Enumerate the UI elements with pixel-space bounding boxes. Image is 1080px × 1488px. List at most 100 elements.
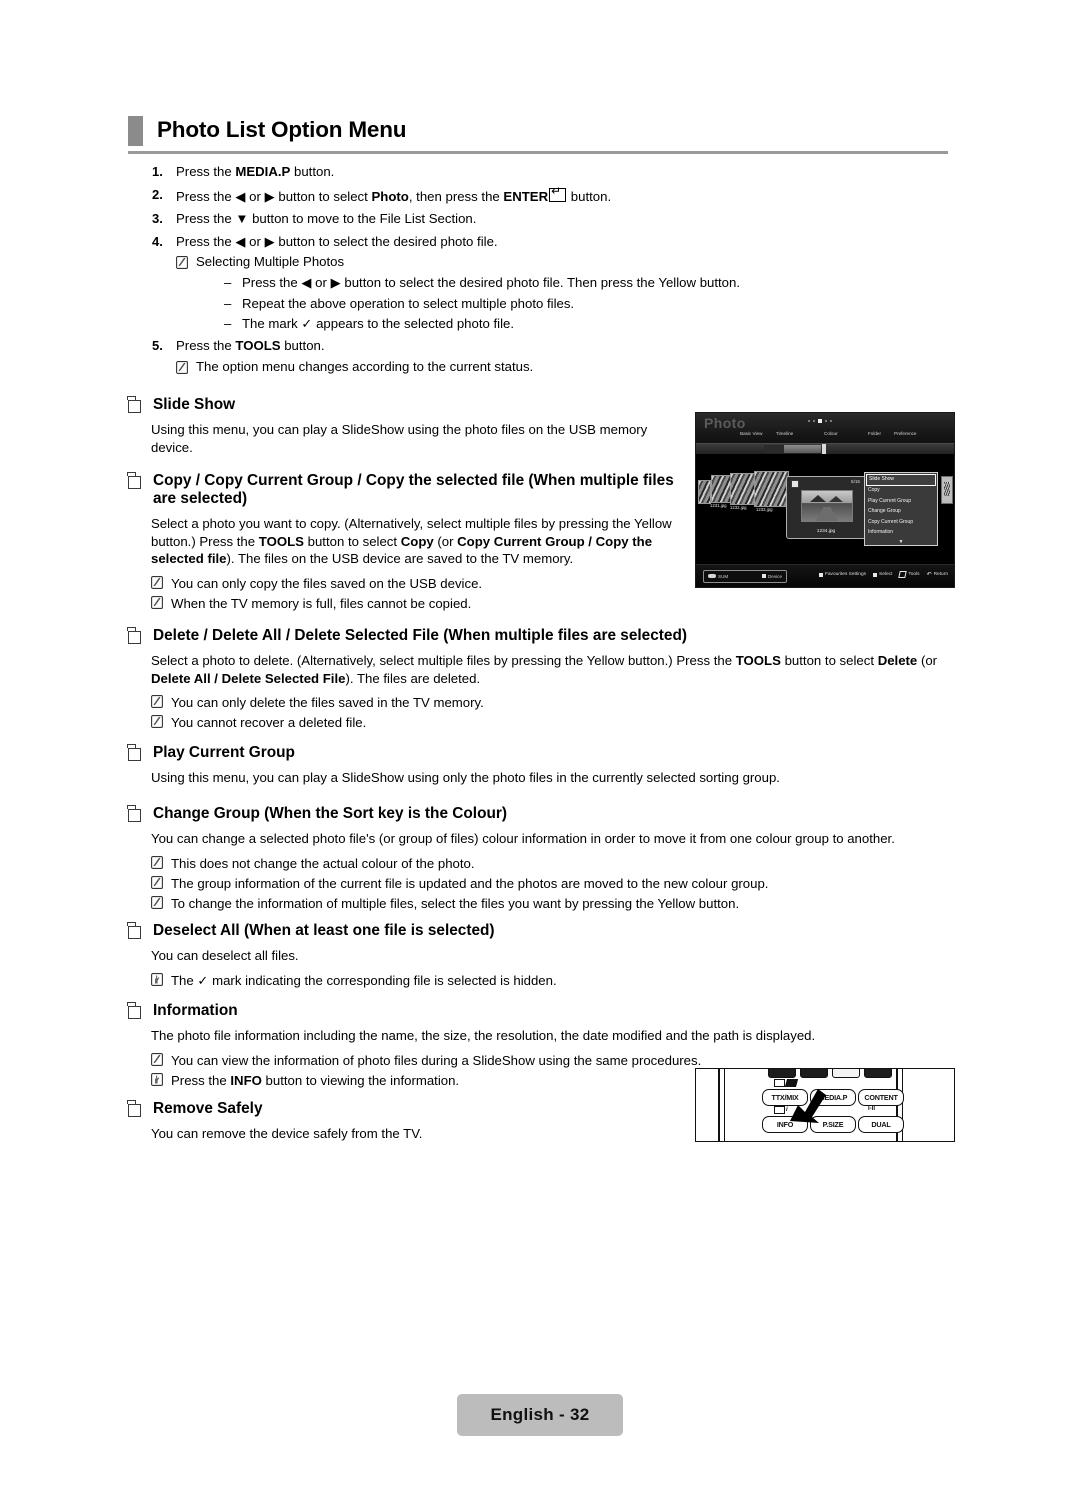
teletext-icon: [774, 1106, 785, 1114]
tv-hint-favourites-settings[interactable]: Favourites Settings: [818, 572, 866, 577]
remote-button-ttx-mix[interactable]: TTX/MIX: [762, 1089, 808, 1106]
step5-post: button.: [280, 338, 325, 354]
remote-yellow-key[interactable]: [832, 1069, 860, 1078]
tools-icon: [898, 571, 908, 578]
step4-dash-3: – The mark ✓ appears to the selected pho…: [224, 317, 952, 330]
note-pencil-icon: [176, 360, 188, 374]
bullet-square-icon: [127, 922, 141, 939]
bullet-square-icon: [127, 744, 141, 761]
tv-tab-basic-view[interactable]: Basic View: [740, 431, 762, 436]
section-note: This does not change the actual colour o…: [151, 855, 948, 872]
subtitle-icon: [774, 1079, 785, 1087]
remote-button-content[interactable]: CONTENT: [858, 1089, 904, 1106]
tv-menu-item-information[interactable]: Information: [865, 527, 937, 537]
tv-selected-file-card[interactable]: 5/15 1234.jpg: [786, 476, 866, 539]
section-copy: Copy / Copy Current Group / Copy the sel…: [127, 472, 688, 612]
tv-tab-colour[interactable]: Colour: [824, 431, 838, 436]
section-note: You can only delete the files saved in t…: [151, 694, 938, 711]
note-pencil-icon: [151, 855, 163, 869]
tv-thumbnail[interactable]: [754, 471, 789, 507]
tv-status-bar: SUM Device Favourites Settings Select To…: [696, 564, 954, 587]
tv-device-label[interactable]: Device: [761, 574, 782, 579]
tv-menu-item-change-group[interactable]: Change Group: [865, 507, 937, 517]
tv-tab-timeline[interactable]: Timeline: [776, 431, 793, 436]
note-hand-icon: [151, 1073, 163, 1086]
remote-button-p-size[interactable]: P.SIZE: [810, 1116, 856, 1133]
tv-hint-tools[interactable]: Tools: [898, 571, 920, 578]
section-title: Deselect All (When at least one file is …: [153, 922, 495, 939]
page-title: Photo List Option Menu: [157, 116, 407, 142]
remote-info-mini-label: i: [774, 1106, 788, 1114]
step5-note-text: The option menu changes according to the…: [196, 358, 534, 374]
section-title: Remove Safely: [153, 1100, 263, 1117]
step5-note: The option menu changes according to the…: [176, 358, 952, 374]
step5-bold: TOOLS: [235, 338, 281, 354]
tv-menu-item-slide-show[interactable]: Slide Show: [866, 474, 936, 486]
section-title: Delete / Delete All / Delete Selected Fi…: [153, 627, 688, 644]
section-play-current-group: Play Current Group Using this menu, you …: [127, 744, 938, 787]
section-note-text: To change the information of multiple fi…: [171, 896, 740, 912]
tv-menu-item-play-current-group[interactable]: Play Current Group: [865, 496, 937, 506]
enter-key-icon: [549, 185, 567, 202]
return-arrow-icon: ↶: [926, 571, 932, 578]
tv-options-menu: Slide Show Copy Play Current Group Chang…: [864, 472, 938, 546]
note-pencil-icon: [151, 596, 163, 609]
tv-preview-image: [801, 490, 853, 522]
tv-tab-folder[interactable]: Folder: [868, 431, 881, 436]
step-number: 2.: [152, 186, 163, 202]
section-note: To change the information of multiple fi…: [151, 895, 948, 912]
tv-select-checkbox-icon[interactable]: [791, 480, 799, 488]
section-note: The group information of the current fil…: [151, 875, 948, 892]
usb-plug-icon: [708, 573, 716, 578]
dash-marker: –: [224, 275, 232, 291]
tv-hint-return[interactable]: ↶ Return: [927, 572, 948, 578]
remote-button-info[interactable]: INFO: [762, 1116, 808, 1133]
tv-scrollbar-track-mark: [764, 445, 784, 453]
remote-green-key[interactable]: [800, 1069, 828, 1078]
section-slide-show: Slide Show Using this menu, you can play…: [127, 396, 673, 456]
section-change-group: Change Group (When the Sort key is the C…: [127, 805, 948, 913]
remote-blue-key[interactable]: [864, 1069, 892, 1078]
step-number: 5.: [152, 338, 163, 354]
page-number-label: English - 32: [490, 1405, 590, 1424]
section-title: Play Current Group: [153, 744, 295, 761]
green-square-icon: [761, 574, 766, 578]
section-note: You cannot recover a deleted file.: [151, 714, 938, 731]
step-3: 3. Press the ▼ button to move to the Fil…: [152, 211, 477, 227]
section-title: Slide Show: [153, 396, 236, 413]
tv-menu-item-copy-current-group[interactable]: Copy Current Group: [865, 517, 937, 527]
tv-screenshot: Photo Basic View Timeline Colour Folder …: [695, 412, 955, 588]
section-body: You can change a selected photo file's (…: [151, 831, 895, 847]
section-note-text: Press the INFO button to viewing the inf…: [171, 1073, 460, 1089]
section-body: Using this menu, you can play a SlideSho…: [151, 770, 780, 786]
page-header: Photo List Option Menu: [128, 116, 948, 154]
remote-ttx-mini-label: [774, 1079, 799, 1087]
tv-hint-bar: Favourites Settings Select Tools ↶ Return: [818, 571, 948, 578]
section-note: You can only copy the files saved on the…: [151, 575, 688, 592]
step4-note-text: Selecting Multiple Photos: [196, 254, 345, 270]
section-body: You can deselect all files.: [151, 948, 299, 964]
section-remove-safely: Remove Safely You can remove the device …: [127, 1100, 688, 1143]
step5-pre: Press the: [176, 338, 236, 354]
tv-dot: [808, 419, 810, 422]
tv-menu-item-copy[interactable]: Copy: [865, 486, 937, 496]
remote-red-key[interactable]: [768, 1069, 796, 1078]
remote-edge-line-left2: [724, 1069, 726, 1141]
remote-button-media-p[interactable]: MEDIA.P: [810, 1089, 856, 1106]
note-pencil-icon: [151, 896, 163, 910]
tv-thumbnail-label: 1233.jpg: [756, 507, 773, 512]
remote-button-dual[interactable]: DUAL: [858, 1116, 904, 1133]
tv-tab-preference[interactable]: Preference: [894, 431, 916, 436]
step1-bold: MEDIA.P: [235, 164, 291, 179]
tv-menu-scroll-down-icon[interactable]: ▼: [865, 539, 937, 545]
tv-hint-select[interactable]: Select: [873, 572, 892, 577]
tv-thumbnail[interactable]: [698, 480, 711, 504]
note-pencil-icon: [151, 876, 163, 889]
section-title: Change Group (When the Sort key is the C…: [153, 805, 507, 822]
step4-dash-text: Repeat the above operation to select mul…: [242, 295, 575, 311]
tv-scrollbar-cursor[interactable]: [822, 444, 826, 454]
section-title: Copy / Copy Current Group / Copy the sel…: [153, 472, 674, 508]
tv-side-thumbnail: [941, 476, 953, 504]
bullet-square-icon: [127, 627, 141, 644]
step4-dash-text: The mark ✓ appears to the selected photo…: [242, 315, 515, 331]
